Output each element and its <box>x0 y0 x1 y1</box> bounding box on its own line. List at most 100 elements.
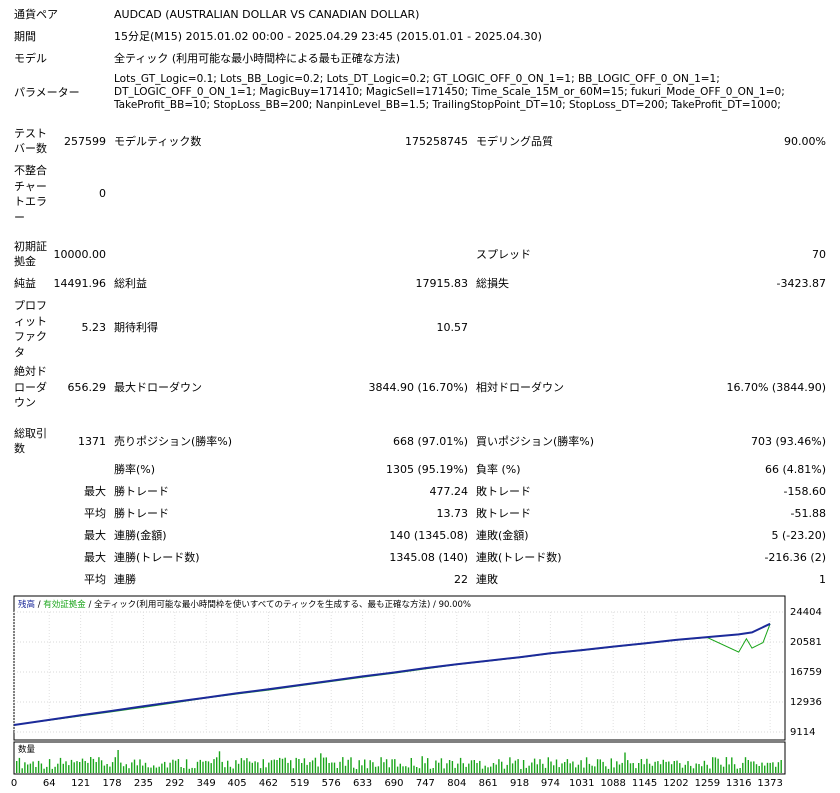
volume-bar <box>728 764 730 773</box>
volume-bar <box>618 764 621 773</box>
volume-bar <box>498 759 500 773</box>
x-tick-label: 519 <box>290 778 309 789</box>
volume-bar <box>161 763 163 773</box>
volume-bar <box>128 768 130 773</box>
y-tick-label: 12936 <box>790 697 822 708</box>
volume-bar <box>613 767 615 773</box>
volume-bar <box>712 757 714 773</box>
volume-bar <box>155 767 158 773</box>
avg2-label: 平均 <box>84 573 106 586</box>
volume-bar <box>585 757 588 773</box>
volume-bar <box>87 762 89 773</box>
volume-bar <box>120 762 122 773</box>
volume-bar <box>21 768 23 773</box>
gross-profit-label: 総利益 <box>114 277 147 290</box>
volume-bar <box>235 760 237 773</box>
volume-bar <box>731 757 733 773</box>
x-tick-label: 1259 <box>695 778 720 789</box>
volume-bar <box>435 760 437 773</box>
volume-bar <box>240 758 243 773</box>
volume-bar <box>131 762 133 773</box>
ticks-label: モデルティック数 <box>114 135 202 148</box>
volume-bar <box>259 768 262 773</box>
balance-chart: 残高 / 有効証拠金 / 全ティック(利用可能な最小時間枠を使いすべてのティック… <box>11 595 822 789</box>
volume-bar <box>136 765 138 773</box>
volume-bar <box>98 757 100 773</box>
volume-bar <box>495 764 497 773</box>
volume-bar <box>180 767 182 773</box>
volume-bar <box>353 767 355 773</box>
bars-value: 257599 <box>64 135 106 148</box>
volume-bar <box>172 759 174 773</box>
volume-bar <box>383 762 385 773</box>
volume-bar <box>566 759 569 773</box>
volume-bar <box>525 767 527 773</box>
volume-bar <box>676 760 678 773</box>
x-tick-label: 405 <box>227 778 246 789</box>
max-dd-value: 3844.90 (16.70%) <box>368 381 468 394</box>
avg-label: 平均 <box>84 507 106 520</box>
volume-bar <box>350 757 352 773</box>
volume-bar <box>331 762 333 773</box>
volume-bar <box>109 766 111 773</box>
volume-bar <box>407 767 410 773</box>
volume-bar <box>580 760 582 773</box>
volume-bar <box>635 768 637 773</box>
net-label: 純益 <box>14 277 36 290</box>
volume-bar <box>769 762 771 773</box>
volume-bar <box>322 757 325 773</box>
volume-bar <box>651 765 654 773</box>
volume-bar <box>506 764 508 773</box>
volume-bar <box>522 760 525 773</box>
quality-label: モデリング品質 <box>476 135 553 148</box>
volume-bar <box>369 760 371 773</box>
volume-bar <box>627 760 629 773</box>
volume-bar <box>51 768 53 773</box>
volume-bar <box>780 760 782 773</box>
volume-bar <box>380 757 382 773</box>
avg-win-value: 13.73 <box>436 507 469 520</box>
volume-bar <box>555 759 558 773</box>
expected-value: 10.57 <box>436 321 469 334</box>
volume-bar <box>725 757 728 773</box>
max-label: 最大 <box>84 485 106 498</box>
volume-bar <box>481 768 484 773</box>
volume-bar <box>270 760 273 773</box>
volume-bar <box>279 757 281 773</box>
volume-bar <box>40 763 43 773</box>
volume-bar <box>133 759 136 773</box>
volume-bar <box>753 761 755 773</box>
volume-bar <box>528 765 530 773</box>
volume-bar <box>325 757 327 773</box>
volume-bar <box>531 762 533 773</box>
volume-bar <box>744 757 747 773</box>
volume-bar <box>775 766 777 773</box>
total-value: 1371 <box>78 435 106 448</box>
largest-win-label: 勝トレード <box>114 485 169 498</box>
volume-bar <box>254 761 256 773</box>
abs-dd-value: 656.29 <box>67 381 107 394</box>
volume-bar <box>569 763 571 773</box>
volume-title: 数量 <box>18 744 36 755</box>
volume-bar <box>588 763 591 773</box>
volume-bar <box>125 764 127 773</box>
volume-bar <box>610 758 612 773</box>
volume-bar <box>391 759 393 773</box>
volume-bar <box>221 761 223 773</box>
model-label: モデル <box>14 52 47 65</box>
total-label: 総取引 数 <box>14 427 47 455</box>
volume-bar <box>218 751 221 773</box>
volume-bar <box>262 759 264 773</box>
volume-bar <box>750 761 752 773</box>
volume-bar <box>473 760 475 773</box>
x-tick-label: 633 <box>353 778 372 789</box>
x-tick-label: 462 <box>259 778 278 789</box>
volume-bar <box>638 763 640 773</box>
volume-bar <box>591 765 593 773</box>
volume-bar <box>550 761 552 773</box>
volume-bar <box>194 768 196 773</box>
expected-label: 期待利得 <box>114 321 158 334</box>
volume-bar <box>205 760 207 773</box>
cons-win-cnt-label: 連勝(トレード数) <box>114 551 200 564</box>
volume-bar <box>399 763 401 773</box>
